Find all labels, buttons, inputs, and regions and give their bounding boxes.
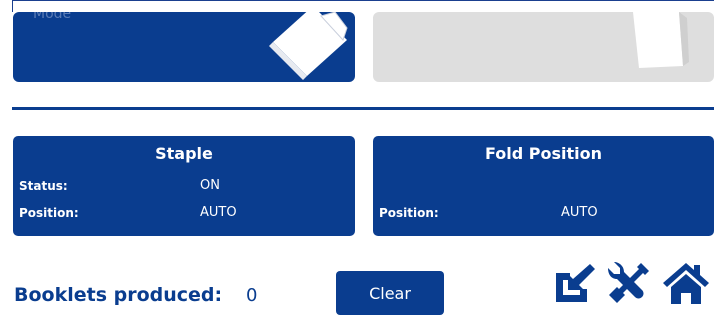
folded-sheet-icon [633,12,689,68]
section-divider [12,107,714,110]
staple-position-label: Position: [19,206,79,220]
staple-title: Staple [155,144,213,163]
booklet-icon [269,12,348,80]
staple-panel: Staple Status: ON Position: AUTO [13,136,355,236]
fold-mode-tile[interactable] [373,12,714,82]
staple-position-value: AUTO [200,205,237,220]
booklets-count: 0 [246,285,258,306]
tools-icon[interactable] [605,259,653,307]
home-icon[interactable] [661,259,709,307]
staple-status-value: ON [200,178,220,193]
export-icon[interactable] [550,259,598,307]
staple-status-label: Status: [19,179,68,193]
fold-position-value: AUTO [561,205,598,220]
booklets-produced-label: Booklets produced: [14,284,223,306]
fold-position-label: Position: [379,206,439,220]
tile-cut-label: Mode [33,12,72,22]
clear-button[interactable]: Clear [336,271,444,315]
fold-position-title: Fold Position [484,144,603,163]
top-frame-line [12,0,714,12]
staple-mode-tile[interactable]: Mode [13,12,355,82]
fold-position-panel: Fold Position Position: AUTO [373,136,714,236]
